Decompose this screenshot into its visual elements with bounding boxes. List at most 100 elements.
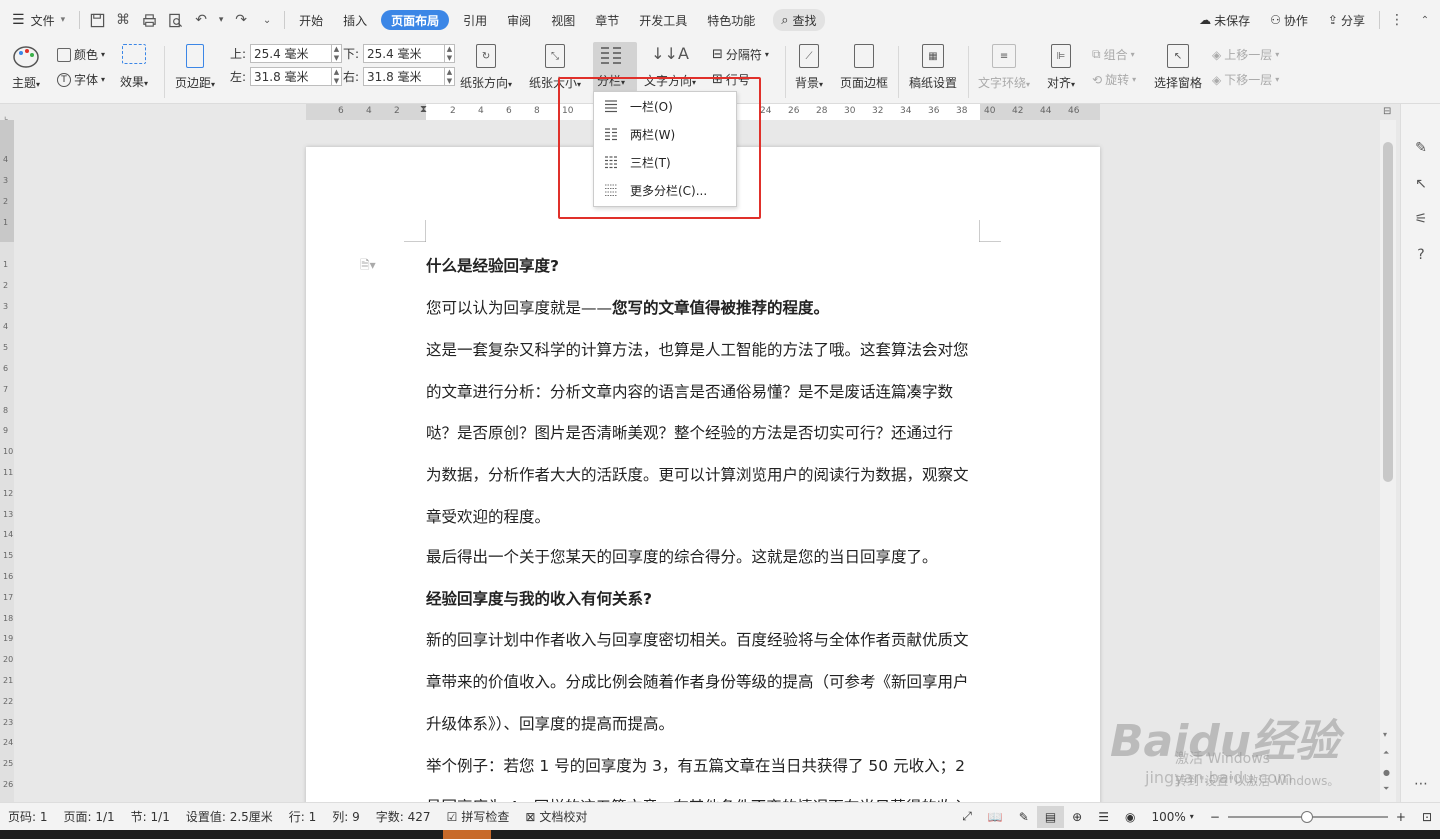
ruler-tick-label: 2: [450, 106, 456, 116]
tab-review[interactable]: 审阅: [497, 0, 541, 40]
status-row[interactable]: 行: 1: [281, 808, 325, 825]
bring-forward-button[interactable]: ◈ 上移一层 ▾: [1212, 46, 1279, 63]
save-icon[interactable]: [84, 0, 110, 40]
tab-view[interactable]: 视图: [541, 0, 585, 40]
status-pages[interactable]: 页面: 1/1: [56, 808, 123, 825]
vertical-scrollbar[interactable]: ▾ ⏶ ● ⏷: [1380, 120, 1396, 802]
margins-button[interactable]: 页边距▾: [175, 44, 215, 91]
background-button[interactable]: ⟋ 背景▾: [795, 44, 823, 91]
select-pane-button[interactable]: ↖ 选择窗格: [1154, 44, 1202, 91]
manuscript-button[interactable]: ▦ 稿纸设置: [909, 44, 957, 91]
next-page-icon[interactable]: ⏷: [1383, 784, 1389, 794]
reading-mode-icon[interactable]: 📖: [980, 810, 1011, 824]
tab-home[interactable]: 开始: [289, 0, 333, 40]
spellcheck-button[interactable]: ☑ 拼写检查: [439, 808, 518, 825]
page-view-icon[interactable]: ▤: [1036, 805, 1065, 828]
zoom-slider-thumb[interactable]: [1300, 810, 1313, 823]
bottom-margin-input[interactable]: [363, 44, 445, 63]
rotate-button[interactable]: ⟲ 旋转 ▾: [1092, 71, 1136, 88]
tab-section[interactable]: 章节: [585, 0, 629, 40]
taskbar-active-app[interactable]: [443, 830, 491, 839]
effect-button[interactable]: 效果▾: [120, 44, 148, 90]
prev-page-icon[interactable]: ⏶: [1383, 748, 1389, 758]
proofread-button[interactable]: ⊠ 文档校对: [517, 808, 595, 825]
sliders-icon[interactable]: ⚟: [1411, 209, 1431, 229]
fullscreen-icon[interactable]: ⤢: [954, 809, 980, 824]
group-button[interactable]: ⧉ 组合 ▾: [1092, 46, 1135, 63]
redo-icon[interactable]: ↷: [228, 0, 254, 40]
zoom-level[interactable]: 100% ▾: [1143, 810, 1201, 824]
web-view-icon[interactable]: ⊕: [1064, 810, 1090, 824]
status-section[interactable]: 节: 1/1: [123, 808, 178, 825]
tab-page-layout[interactable]: 页面布局: [381, 10, 450, 30]
tab-insert[interactable]: 插入: [333, 0, 377, 40]
undo-dropdown-icon[interactable]: ▾: [214, 0, 228, 40]
send-backward-button[interactable]: ◈ 下移一层 ▾: [1212, 71, 1279, 88]
separator-label: 分隔符: [725, 48, 762, 62]
status-column[interactable]: 列: 9: [324, 808, 368, 825]
cursor-select-icon[interactable]: ↖: [1411, 174, 1431, 194]
theme-button[interactable]: 主题▾: [12, 44, 40, 91]
collab-button[interactable]: ⚇ 协作: [1260, 0, 1318, 40]
eye-protection-icon[interactable]: ◉: [1117, 810, 1143, 824]
bottom-margin-label: 下:: [343, 47, 360, 61]
color-button[interactable]: 颜色 ▾: [57, 46, 105, 63]
left-margin-input[interactable]: [250, 67, 332, 86]
right-margin-label: 右:: [343, 70, 360, 84]
unsaved-button[interactable]: ☁ 未保存: [1189, 0, 1260, 40]
status-setting-value[interactable]: 设置值: 2.5厘米: [178, 808, 281, 825]
right-margin-spinner[interactable]: ▲ ▼: [445, 67, 455, 86]
more-options-icon[interactable]: ⋯: [1411, 774, 1431, 794]
help-icon[interactable]: ?: [1411, 245, 1431, 265]
share-button[interactable]: ⇪ 分享: [1318, 0, 1375, 40]
top-margin-input[interactable]: [250, 44, 332, 63]
zoom-in-icon[interactable]: +: [1388, 810, 1414, 824]
undo-icon[interactable]: ↶: [188, 0, 214, 40]
ruler-tick-label: 11: [3, 468, 14, 477]
ruler-tick-label: 40: [984, 106, 996, 116]
doc-line: 新的回享计划中作者收入与回享度密切相关。百度经验将与全体作者贡献优质文: [426, 631, 969, 649]
left-margin-spinner[interactable]: ▲ ▼: [332, 67, 342, 86]
status-page-number[interactable]: 页码: 1: [0, 808, 56, 825]
select-browse-icon[interactable]: ●: [1383, 768, 1390, 777]
zoom-slider[interactable]: [1227, 810, 1388, 824]
edit-pen-icon[interactable]: ✎: [1411, 138, 1431, 158]
outline-view-icon[interactable]: ☰: [1090, 810, 1117, 824]
search-box[interactable]: ⌕ 查找: [773, 9, 825, 31]
align-button[interactable]: ⊫ 对齐▾: [1047, 44, 1075, 91]
doc-heading-2: 经验回享度与我的收入有何关系?: [426, 590, 652, 608]
separator-button[interactable]: ⊟ 分隔符 ▾: [712, 46, 769, 63]
scroll-down-icon[interactable]: ▾: [1383, 730, 1387, 739]
file-menu[interactable]: ☰ 文件 ▾: [0, 0, 75, 40]
writing-mode-icon[interactable]: ✎: [1011, 810, 1037, 824]
menu-bar: ☰ 文件 ▾ ⌘ ↶ ▾ ↷ ⌄ 开始 插入 页面布局 引用 审阅 视图 章节 …: [0, 0, 1440, 40]
format-painter-icon[interactable]: ⌘: [110, 0, 136, 40]
font-button[interactable]: T 字体 ▾: [57, 71, 105, 88]
paragraph-options-icon[interactable]: 🗎▾: [360, 256, 376, 277]
fit-page-icon[interactable]: ⊡: [1414, 810, 1440, 824]
ruler-tick-label: 6: [338, 106, 344, 116]
ruler-tick-label: 24: [3, 738, 14, 748]
split-view-icon[interactable]: ⊟: [1383, 106, 1391, 117]
tab-references[interactable]: 引用: [453, 0, 497, 40]
doc-line: 为数据，分析作者大大的活跃度。更可以计算浏览用户的阅读行为数据，观察文: [426, 466, 969, 484]
top-margin-spinner[interactable]: ▲ ▼: [332, 44, 342, 63]
windows-taskbar: [0, 830, 1440, 839]
ruler-tick-label: 42: [1012, 106, 1024, 116]
scrollbar-thumb[interactable]: [1383, 142, 1393, 482]
tab-special[interactable]: 特色功能: [697, 0, 765, 40]
page-border-button[interactable]: 页面边框: [840, 44, 888, 91]
indent-marker-icon[interactable]: ⧗: [420, 104, 427, 115]
orientation-button[interactable]: ↻ 纸张方向▾: [460, 44, 512, 91]
collapse-ribbon-icon[interactable]: ⌃: [1410, 0, 1440, 40]
text-wrap-button[interactable]: ≡ 文字环绕▾: [978, 44, 1030, 91]
more-icon[interactable]: ⋮: [1384, 0, 1410, 40]
tab-developer[interactable]: 开发工具: [629, 0, 697, 40]
right-margin-input[interactable]: [363, 67, 445, 86]
print-icon[interactable]: [136, 0, 162, 40]
print-preview-icon[interactable]: [162, 0, 188, 40]
zoom-out-icon[interactable]: −: [1202, 810, 1228, 824]
quick-access-dropdown-icon[interactable]: ⌄: [254, 0, 280, 40]
bottom-margin-spinner[interactable]: ▲ ▼: [445, 44, 455, 63]
status-word-count[interactable]: 字数: 427: [368, 808, 439, 825]
